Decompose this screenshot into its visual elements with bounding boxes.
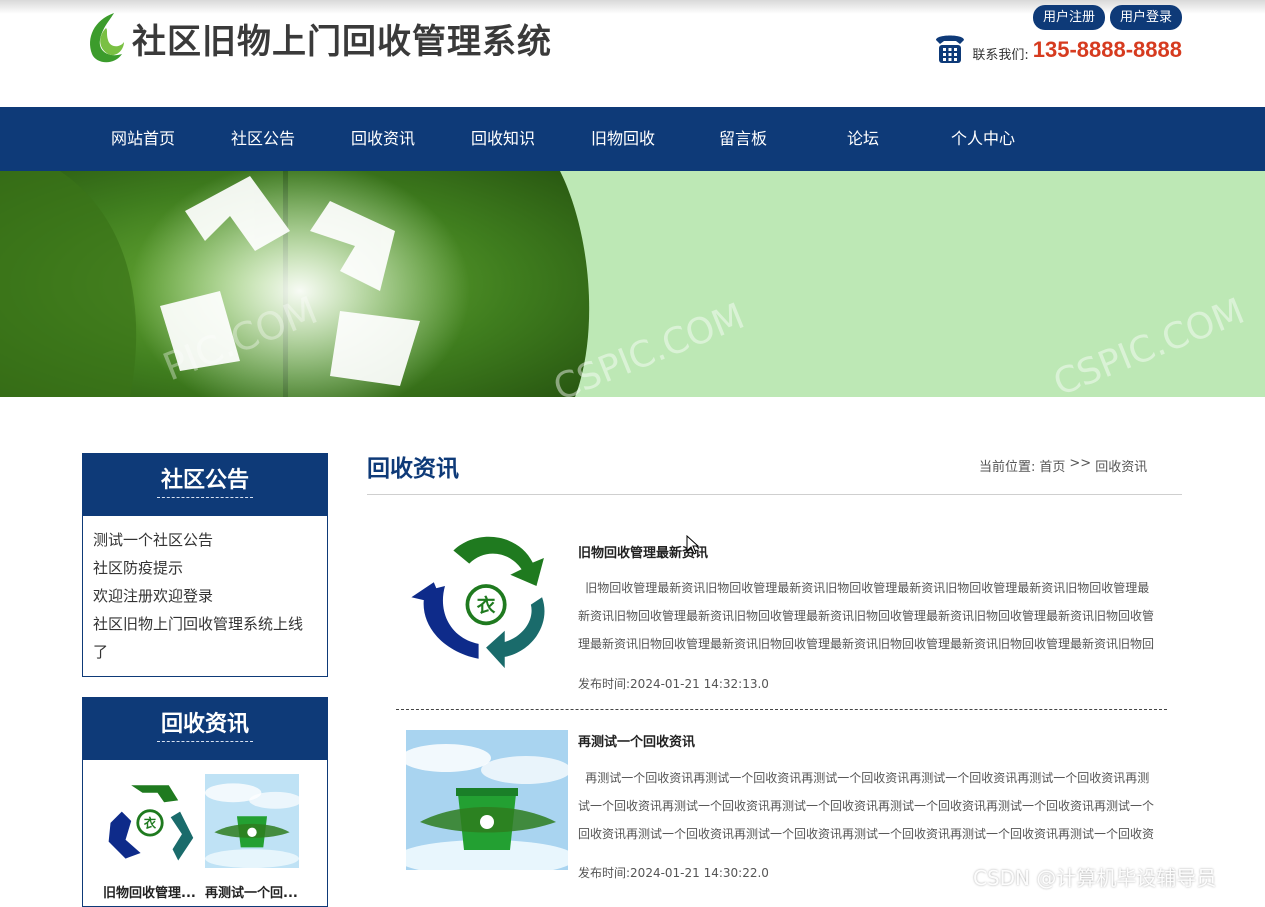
sidebar-notices-title: 社区公告 [156, 468, 253, 499]
hero-banner: PIC.COM CSPIC.COM CSPIC.COM [0, 171, 1265, 397]
news-thumb-caption[interactable]: 再测试一个回... [205, 882, 299, 901]
breadcrumb-separator: >> [1069, 456, 1092, 471]
notice-item[interactable]: 社区防疫提示 [93, 554, 317, 582]
svg-text:衣: 衣 [144, 816, 157, 831]
leaf-logo-icon [90, 13, 124, 63]
site-header: 社区旧物上门回收管理系统 用户注册 用户登录 联系我们: 135-8888-88… [0, 0, 1265, 107]
notice-item[interactable]: 社区旧物上门回收管理系统上线了 [93, 610, 317, 666]
nav-forum[interactable]: 论坛 [803, 107, 923, 171]
site-logo[interactable]: 社区旧物上门回收管理系统 [84, 10, 552, 66]
sidebar-notices: 社区公告 测试一个社区公告 社区防疫提示 欢迎注册欢迎登录 社区旧物上门回收管理… [82, 453, 328, 677]
page-title: 回收资讯 [367, 456, 459, 482]
news-thumb-item[interactable]: 再测试一个回... [205, 774, 302, 901]
contact-label: 联系我们: [972, 47, 1029, 63]
notice-list: 测试一个社区公告 社区防疫提示 欢迎注册欢迎登录 社区旧物上门回收管理系统上线了 [83, 516, 327, 674]
notice-item[interactable]: 测试一个社区公告 [93, 526, 317, 554]
article-title[interactable]: 再测试一个回收资讯 [578, 731, 695, 750]
article-date: 发布时间:2024-01-21 14:30:22.0 [578, 866, 769, 880]
login-button[interactable]: 用户登录 [1109, 5, 1182, 30]
nav-home[interactable]: 网站首页 [83, 107, 203, 171]
nav-user-center[interactable]: 个人中心 [923, 107, 1043, 171]
nav-recycle-knowledge[interactable]: 回收知识 [443, 107, 563, 171]
nav-recycle-items[interactable]: 旧物回收 [563, 107, 683, 171]
mouse-cursor-icon [686, 535, 700, 555]
contact-info: 联系我们: 135-8888-8888 [932, 32, 1182, 66]
notice-item[interactable]: 欢迎注册欢迎登录 [93, 582, 317, 610]
site-title: 社区旧物上门回收管理系统 [132, 21, 552, 62]
banner-image: PIC.COM CSPIC.COM CSPIC.COM [0, 171, 1265, 397]
article-summary: 再测试一个回收资讯再测试一个回收资讯再测试一个回收资讯再测试一个回收资讯再测试一… [578, 771, 1155, 841]
breadcrumb-prefix: 当前位置: [979, 460, 1036, 475]
article-thumbnail-recycle-clothes[interactable]: 衣 [406, 530, 568, 670]
article-summary: 旧物回收管理最新资讯旧物回收管理最新资讯旧物回收管理最新资讯旧物回收管理最新资讯… [578, 581, 1155, 651]
news-thumb-caption[interactable]: 旧物回收管理... [103, 882, 197, 901]
title-divider [367, 494, 1182, 495]
nav-message-board[interactable]: 留言板 [683, 107, 803, 171]
main-nav: 网站首页 社区公告 回收资讯 回收知识 旧物回收 留言板 论坛 个人中心 [0, 107, 1265, 171]
breadcrumb: 当前位置: 首页 >> 回收资讯 [979, 456, 1147, 475]
news-thumb-item[interactable]: 衣 旧物回收管理... [103, 774, 197, 901]
csdn-watermark: CSDN @计算机毕设辅导员 [973, 866, 1217, 890]
sidebar-notices-header: 社区公告 [83, 454, 327, 516]
nav-notices[interactable]: 社区公告 [203, 107, 323, 171]
article-thumbnail-recycle-bin[interactable] [406, 730, 568, 870]
register-button[interactable]: 用户注册 [1032, 5, 1105, 30]
contact-phone: 135-8888-8888 [1032, 37, 1182, 62]
sidebar-news-title: 回收资讯 [156, 712, 253, 743]
recycle-bin-image[interactable] [205, 774, 302, 868]
nav-recycle-news[interactable]: 回收资讯 [323, 107, 443, 171]
breadcrumb-current: 回收资讯 [1095, 460, 1148, 475]
news-thumbs: 衣 旧物回收管理... 再测试一个回... [83, 760, 327, 901]
svg-text:衣: 衣 [477, 595, 496, 617]
recycle-clothes-icon[interactable]: 衣 [103, 774, 197, 868]
article-item: 衣 旧物回收管理最新资讯 旧物回收管理最新资讯旧物回收管理最新资讯旧物回收管理最… [396, 530, 1167, 710]
sidebar-news: 回收资讯 衣 旧物回收管理... 再测试一个回... [82, 697, 328, 907]
breadcrumb-home[interactable]: 首页 [1039, 456, 1065, 475]
telephone-icon [936, 35, 965, 63]
article-divider [396, 709, 1167, 710]
sidebar-news-header: 回收资讯 [83, 698, 327, 760]
article-date: 发布时间:2024-01-21 14:32:13.0 [578, 677, 769, 691]
auth-links: 用户注册 用户登录 [1032, 5, 1182, 30]
